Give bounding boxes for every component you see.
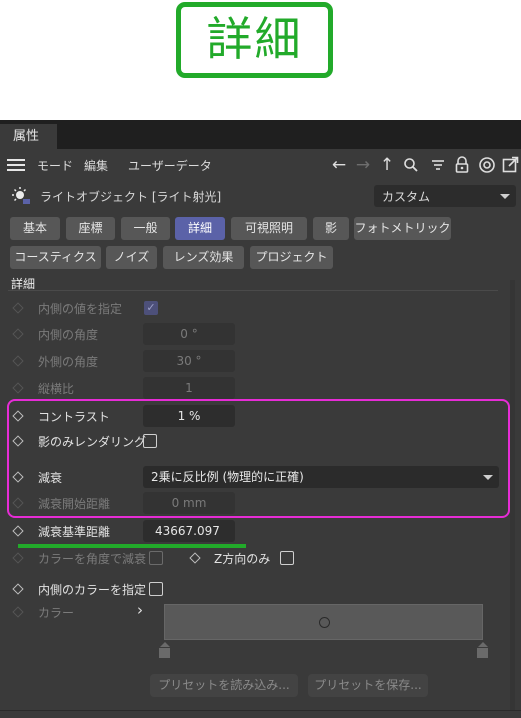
param-inner-angle: 内側の角度 0 °: [0, 322, 500, 346]
param-label: 減衰開始距離: [38, 497, 111, 511]
color-angle-checkbox[interactable]: [149, 551, 163, 565]
falloff-select[interactable]: 2乗に反比例 (物理的に正確): [143, 466, 499, 488]
tab-caustics[interactable]: コースティクス: [10, 246, 101, 269]
menubar: モード 編集 ユーザーデータ ← → ↑: [0, 149, 521, 181]
tab-project[interactable]: プロジェクト: [250, 246, 333, 269]
tab-noise[interactable]: ノイズ: [106, 246, 157, 269]
falloff-start-field[interactable]: 0 mm: [143, 492, 235, 514]
z-only-checkbox[interactable]: [280, 551, 294, 565]
keyframe-diamond-icon[interactable]: [12, 328, 24, 340]
color-gradient-bar[interactable]: [164, 604, 483, 640]
keyframe-diamond-icon[interactable]: [12, 435, 24, 447]
param-falloff-radius: 減衰基準距離 43667.097: [0, 519, 500, 543]
keyframe-diamond-icon[interactable]: [189, 552, 201, 564]
object-title: ライトオブジェクト [ライト射光]: [40, 190, 222, 204]
panel-tabbar: 属性: [0, 120, 521, 149]
tab-coord[interactable]: 座標: [66, 217, 115, 240]
keyframe-diamond-icon[interactable]: [12, 525, 24, 537]
save-preset-button[interactable]: プリセットを保存...: [308, 674, 428, 697]
param-label: カラーを角度で減衰: [38, 552, 147, 566]
param-color-angle: カラーを角度で減衰 Z方向のみ: [0, 546, 500, 570]
param-label: 内側の角度: [38, 328, 99, 342]
chevron-down-icon: [483, 475, 493, 480]
tab-basic[interactable]: 基本: [10, 217, 60, 240]
keyframe-diamond-icon[interactable]: [12, 355, 24, 367]
aspect-field[interactable]: 1: [143, 377, 235, 399]
keyframe-diamond-icon[interactable]: [12, 410, 24, 422]
load-preset-button[interactable]: プリセットを読み込み...: [150, 674, 298, 697]
param-label: 外側の角度: [38, 355, 99, 369]
target-icon[interactable]: [477, 154, 497, 176]
param-contrast: コントラスト 1 %: [0, 404, 500, 428]
param-label: 縦横比: [38, 382, 75, 396]
param-outer-angle: 外側の角度 30 °: [0, 349, 500, 373]
falloff-radius-field[interactable]: 43667.097: [143, 520, 235, 542]
inner-angle-field[interactable]: 0 °: [143, 323, 235, 345]
scrollbar[interactable]: [510, 280, 515, 710]
keyframe-diamond-icon[interactable]: [12, 583, 24, 595]
gradient-handle-left[interactable]: [159, 642, 170, 658]
inner-value-checkbox[interactable]: ✓: [144, 301, 158, 315]
preset-select-value: カスタム: [382, 190, 431, 204]
section-divider: [8, 290, 498, 291]
menu-mode[interactable]: モード: [37, 157, 73, 174]
param-label: コントラスト: [38, 410, 110, 424]
param-label: 減衰基準距離: [38, 525, 111, 539]
chevron-down-icon: [500, 194, 510, 199]
search-icon[interactable]: [401, 154, 421, 176]
param-inner-value: 内側の値を指定 ✓: [0, 296, 500, 320]
keyframe-diamond-icon[interactable]: [12, 497, 24, 509]
tab-general[interactable]: 一般: [121, 217, 170, 240]
object-header: ライトオブジェクト [ライト射光] カスタム: [0, 183, 521, 209]
gradient-knob-icon[interactable]: [319, 617, 330, 628]
tab-details[interactable]: 詳細: [175, 217, 225, 240]
contrast-field[interactable]: 1 %: [143, 405, 235, 427]
keyframe-diamond-icon[interactable]: [12, 382, 24, 394]
tab-lens-effects[interactable]: レンズ効果: [163, 246, 244, 269]
falloff-select-value: 2乗に反比例 (物理的に正確): [151, 470, 304, 484]
param-shadow-only: 影のみレンダリング: [0, 429, 500, 453]
shadow-only-checkbox[interactable]: [143, 434, 157, 448]
outer-angle-field[interactable]: 30 °: [143, 350, 235, 372]
tab-visible-light[interactable]: 可視照明: [231, 217, 307, 240]
param-aspect: 縦横比 1: [0, 376, 500, 400]
light-object-icon: [11, 186, 31, 210]
keyframe-diamond-icon[interactable]: [12, 606, 24, 618]
hamburger-menu-icon[interactable]: [7, 159, 25, 171]
banner-label: 詳細: [176, 2, 333, 78]
param-label: Z方向のみ: [214, 552, 271, 566]
lock-icon[interactable]: [452, 154, 472, 176]
menu-userdata[interactable]: ユーザーデータ: [128, 157, 212, 174]
param-label: 内側の値を指定: [38, 302, 123, 316]
keyframe-diamond-icon[interactable]: [12, 302, 24, 314]
expand-chevron-icon[interactable]: ›: [137, 601, 143, 619]
tab-shadow[interactable]: 影: [313, 217, 349, 240]
filter-icon[interactable]: [428, 154, 448, 176]
bottom-divider: [0, 710, 521, 711]
param-label: 影のみレンダリング: [38, 435, 147, 449]
banner: 詳細: [0, 0, 521, 120]
arrow-right-icon[interactable]: →: [353, 154, 373, 176]
arrow-left-icon[interactable]: ←: [329, 154, 349, 176]
menu-edit[interactable]: 編集: [84, 157, 108, 174]
gradient-handle-right[interactable]: [477, 642, 488, 658]
param-inner-color: 内側のカラーを指定: [0, 577, 500, 601]
keyframe-diamond-icon[interactable]: [12, 471, 24, 483]
param-falloff: 減衰 2乗に反比例 (物理的に正確): [0, 465, 500, 489]
param-label: 減衰: [38, 471, 63, 485]
panel-tab-attributes[interactable]: 属性: [0, 124, 57, 149]
new-window-icon[interactable]: [500, 154, 520, 176]
inner-color-checkbox[interactable]: [149, 582, 163, 596]
param-label: 内側のカラーを指定: [38, 583, 147, 597]
preset-select[interactable]: カスタム: [374, 185, 516, 207]
attributes-panel: 属性 モード 編集 ユーザーデータ ← → ↑ ライトオブジェクト [ライト射光…: [0, 120, 521, 718]
param-label: カラー: [38, 606, 75, 620]
param-falloff-start: 減衰開始距離 0 mm: [0, 491, 500, 515]
arrow-up-icon[interactable]: ↑: [377, 154, 397, 176]
tab-photometric[interactable]: フォトメトリック: [354, 217, 451, 240]
keyframe-diamond-icon[interactable]: [12, 552, 24, 564]
